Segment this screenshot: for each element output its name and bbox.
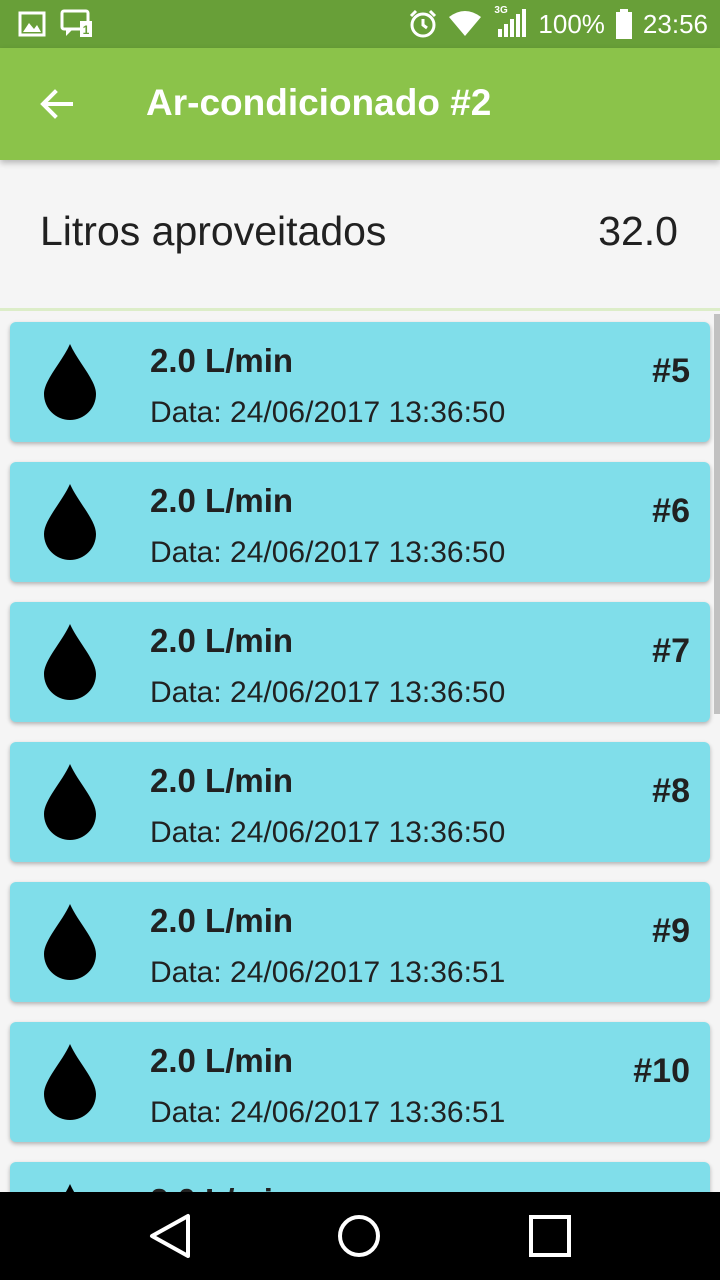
summary-value: 32.0: [598, 208, 678, 254]
nav-home-button[interactable]: [333, 1210, 385, 1262]
navigation-bar: [0, 1192, 720, 1280]
list-item[interactable]: 2.0 L/min Data: 24/06/2017 13:36:51 #9: [10, 882, 710, 1002]
reading-number: #5: [652, 352, 690, 390]
flow-rate: 2.0 L/min: [150, 1182, 293, 1192]
nav-back-button[interactable]: [144, 1210, 196, 1262]
alarm-icon: [408, 9, 438, 39]
water-drop-icon: [44, 344, 96, 420]
list-item[interactable]: 2.0 L/min Data: 24/06/2017 13:36:50 #5: [10, 322, 710, 442]
reading-number: #8: [652, 772, 690, 810]
reading-date: Data: 24/06/2017 13:36:50: [150, 816, 506, 849]
reading-date: Data: 24/06/2017 13:36:50: [150, 396, 506, 429]
water-drop-icon: [65, 1184, 75, 1192]
flow-rate: 2.0 L/min: [150, 482, 294, 519]
water-drop-icon: [44, 1044, 96, 1120]
list-item[interactable]: 2.0 L/min Data: 24/06/2017 13:36:50 #6: [10, 462, 710, 582]
flow-rate: 2.0 L/min: [150, 342, 294, 379]
list-item[interactable]: 2.0 L/min Data: 24/06/2017 13:36:50 #7: [10, 602, 710, 722]
flow-rate: 2.0 L/min: [150, 762, 294, 799]
svg-text:1: 1: [83, 23, 90, 37]
triangle-back-icon: [150, 1214, 190, 1258]
water-drop-icon: [44, 484, 96, 560]
system-icons: 3G 100% 23:56: [408, 5, 708, 42]
reading-number: #9: [652, 912, 690, 950]
battery-icon: [615, 9, 633, 39]
reading-date: Data: 24/06/2017 13:36:51: [150, 956, 506, 989]
circle-home-icon: [338, 1215, 380, 1257]
wifi-icon: [448, 11, 482, 37]
nav-recents-button[interactable]: [524, 1210, 576, 1262]
flow-rate: 2.0 L/min: [150, 902, 294, 939]
network-type: 3G: [494, 5, 508, 16]
signal-icon: 3G: [492, 5, 528, 39]
reading-date: Data: 24/06/2017 13:36:51: [150, 1096, 506, 1129]
reading-number: #6: [652, 492, 690, 530]
back-button[interactable]: [26, 74, 86, 134]
list-item[interactable]: 2.0 L/min Data: 24/06/2017 13:36:50 #8: [10, 742, 710, 862]
reading-date: Data: 24/06/2017 13:36:50: [150, 536, 506, 569]
page-title: Ar-condicionado #2: [146, 82, 492, 123]
water-drop-icon: [44, 904, 96, 980]
water-drop-icon: [44, 624, 96, 700]
arrow-back-icon: [40, 89, 73, 119]
image-notification-icon: [18, 11, 46, 37]
reading-date: Data: 24/06/2017 13:36:50: [150, 676, 506, 709]
battery-percent: 100%: [538, 8, 605, 39]
list-item[interactable]: 2.0 L/min: [10, 1162, 710, 1192]
reading-number: #7: [652, 632, 690, 670]
flow-rate: 2.0 L/min: [150, 622, 294, 659]
app-bar: Ar-condicionado #2: [0, 48, 720, 160]
summary-label: Litros aproveitados: [40, 208, 387, 254]
summary-panel: Litros aproveitados 32.0: [0, 160, 720, 311]
clock: 23:56: [642, 8, 708, 39]
notification-icons: 1: [18, 8, 94, 40]
scrollbar[interactable]: [714, 314, 720, 714]
status-bar: 1 3G 100% 23:56: [0, 0, 720, 48]
list-item[interactable]: 2.0 L/min Data: 24/06/2017 13:36:51 #10: [10, 1022, 710, 1142]
water-drop-icon: [44, 764, 96, 840]
square-recents-icon: [529, 1215, 571, 1257]
sim-notification-icon: 1: [60, 9, 94, 39]
readings-list[interactable]: 2.0 L/min Data: 24/06/2017 13:36:50 #5 2…: [0, 312, 720, 1192]
flow-rate: 2.0 L/min: [150, 1042, 294, 1079]
reading-number: #10: [633, 1052, 690, 1090]
